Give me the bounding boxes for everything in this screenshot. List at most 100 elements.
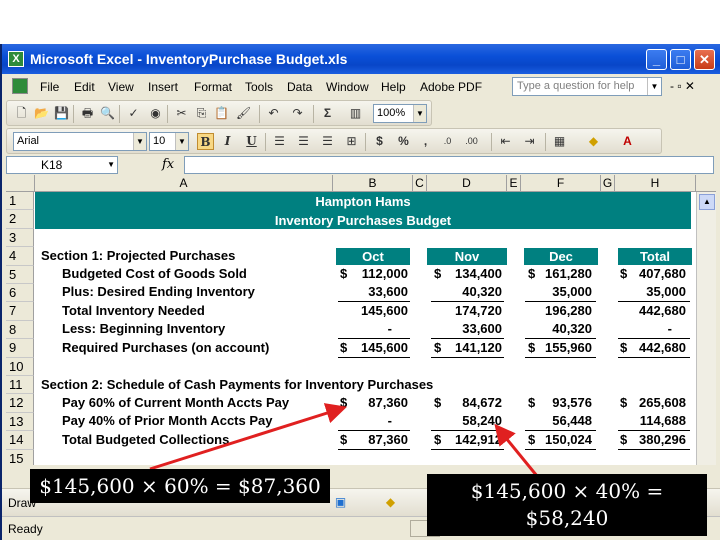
increase-decimal-icon[interactable]: .0: [439, 133, 456, 150]
menu-window[interactable]: Window: [326, 80, 369, 94]
title-bar: X Microsoft Excel - InventoryPurchase Bu…: [2, 44, 720, 74]
cell-value: 145,600: [361, 303, 408, 318]
row-header[interactable]: 13: [6, 412, 34, 432]
close-button[interactable]: ✕: [694, 49, 715, 70]
italic-button[interactable]: I: [219, 133, 236, 150]
cut-icon[interactable]: ✂: [173, 105, 190, 122]
row-header[interactable]: 12: [6, 394, 34, 413]
formula-input[interactable]: [184, 156, 714, 174]
redo-icon[interactable]: ↷: [289, 105, 306, 122]
row-header[interactable]: 3: [6, 228, 34, 248]
align-left-icon[interactable]: ☰: [271, 133, 288, 150]
cell-value: 87,360: [368, 395, 408, 410]
row-header[interactable]: 14: [6, 431, 34, 450]
decrease-indent-icon[interactable]: ⇤: [497, 133, 514, 150]
menu-format[interactable]: Format: [194, 80, 232, 94]
menu-insert[interactable]: Insert: [148, 80, 178, 94]
row-header[interactable]: 15: [6, 449, 34, 465]
column-header-b[interactable]: B: [333, 175, 413, 192]
new-file-icon[interactable]: 🗋: [13, 105, 30, 122]
row-header[interactable]: 1: [6, 192, 34, 211]
vertical-scrollbar[interactable]: ▲: [696, 192, 716, 465]
row-header[interactable]: 6: [6, 284, 34, 303]
cell-value: 265,608: [639, 395, 686, 410]
research-icon[interactable]: ◉: [147, 105, 164, 122]
fill-color-icon[interactable]: ◆: [382, 494, 399, 511]
menu-data[interactable]: Data: [287, 80, 312, 94]
column-header-c[interactable]: C: [413, 175, 427, 192]
autosum-icon[interactable]: Σ: [319, 105, 336, 122]
cell-value: 40,320: [552, 321, 592, 336]
column-header-h[interactable]: H: [615, 175, 696, 192]
undo-icon[interactable]: ↶: [265, 105, 282, 122]
print-preview-icon[interactable]: 🔍: [99, 105, 116, 122]
chart-wizard-icon[interactable]: ▥: [347, 105, 364, 122]
spreadsheet-grid[interactable]: A B C D E F G H 1 2 3 4 5 6 7 8 9 10 11 …: [6, 175, 716, 465]
row-header[interactable]: 5: [6, 265, 34, 284]
scroll-up-icon[interactable]: ▲: [699, 194, 715, 210]
menu-view[interactable]: View: [108, 80, 134, 94]
row-header[interactable]: 10: [6, 357, 34, 376]
window-title: Microsoft Excel - InventoryPurchase Budg…: [30, 51, 348, 67]
chevron-down-icon[interactable]: ▼: [133, 133, 146, 150]
copy-icon[interactable]: ⎘: [193, 105, 210, 122]
insert-picture-icon[interactable]: ▣: [332, 494, 349, 511]
section-2-heading: Section 2: Schedule of Cash Payments for…: [41, 377, 434, 392]
open-folder-icon[interactable]: 📂: [33, 105, 50, 122]
menu-edit[interactable]: Edit: [74, 80, 95, 94]
zoom-select[interactable]: 100% ▼: [373, 104, 427, 123]
column-headers: A B C D E F G H: [6, 175, 716, 192]
save-icon[interactable]: 💾: [53, 105, 70, 122]
font-color-icon[interactable]: A: [619, 133, 636, 150]
workbook-icon[interactable]: [12, 78, 28, 94]
minimize-button[interactable]: _: [646, 49, 667, 70]
row-header[interactable]: 4: [6, 247, 34, 266]
borders-icon[interactable]: ▦: [551, 133, 568, 150]
decrease-decimal-icon[interactable]: .00: [463, 133, 480, 150]
row-header[interactable]: 8: [6, 320, 34, 340]
status-text: Ready: [8, 522, 43, 536]
column-header-d[interactable]: D: [427, 175, 507, 192]
paste-icon[interactable]: 📋: [213, 105, 230, 122]
chevron-down-icon[interactable]: ▼: [647, 78, 661, 95]
maximize-button[interactable]: □: [670, 49, 691, 70]
increase-indent-icon[interactable]: ⇥: [521, 133, 538, 150]
spelling-icon[interactable]: ✓: [125, 105, 142, 122]
currency-button[interactable]: $: [371, 133, 388, 150]
row-header[interactable]: 7: [6, 302, 34, 321]
print-icon[interactable]: 🖶: [79, 105, 96, 122]
chevron-down-icon[interactable]: ▼: [175, 133, 188, 150]
font-select[interactable]: Arial ▼: [13, 132, 147, 151]
menu-file[interactable]: File: [40, 80, 59, 94]
help-search-input[interactable]: Type a question for help ▼: [512, 77, 662, 96]
chevron-down-icon[interactable]: ▼: [413, 105, 426, 122]
row-header[interactable]: 11: [6, 376, 34, 395]
bold-button[interactable]: B: [197, 133, 214, 150]
font-size-select[interactable]: 10 ▼: [149, 132, 189, 151]
column-header-g[interactable]: G: [601, 175, 615, 192]
percent-button[interactable]: %: [395, 133, 412, 150]
menu-help[interactable]: Help: [381, 80, 406, 94]
column-header-e[interactable]: E: [507, 175, 521, 192]
underline-button[interactable]: U: [243, 133, 260, 150]
format-painter-icon[interactable]: 🖌: [235, 105, 252, 122]
column-header-f[interactable]: F: [521, 175, 601, 192]
align-right-icon[interactable]: ☰: [319, 133, 336, 150]
comma-button[interactable]: ,: [417, 133, 434, 150]
name-box[interactable]: K18 ▼: [6, 156, 118, 174]
row-label: Required Purchases (on account): [62, 340, 270, 355]
fill-color-icon[interactable]: ◆: [585, 133, 602, 150]
insert-function-icon[interactable]: fx: [162, 157, 174, 172]
name-box-value: K18: [41, 158, 63, 172]
select-all-corner[interactable]: [6, 175, 35, 192]
row-header[interactable]: 2: [6, 210, 34, 229]
merge-center-icon[interactable]: ⊞: [343, 133, 360, 150]
row-header[interactable]: 9: [6, 339, 34, 358]
align-center-icon[interactable]: ☰: [295, 133, 312, 150]
workbook-window-controls[interactable]: - ▫ ✕: [670, 79, 695, 93]
column-header-a[interactable]: A: [35, 175, 333, 192]
menu-tools[interactable]: Tools: [245, 80, 273, 94]
chevron-down-icon[interactable]: ▼: [107, 157, 115, 173]
zoom-value: 100%: [377, 107, 406, 119]
menu-adobe-pdf[interactable]: Adobe PDF: [420, 80, 482, 94]
